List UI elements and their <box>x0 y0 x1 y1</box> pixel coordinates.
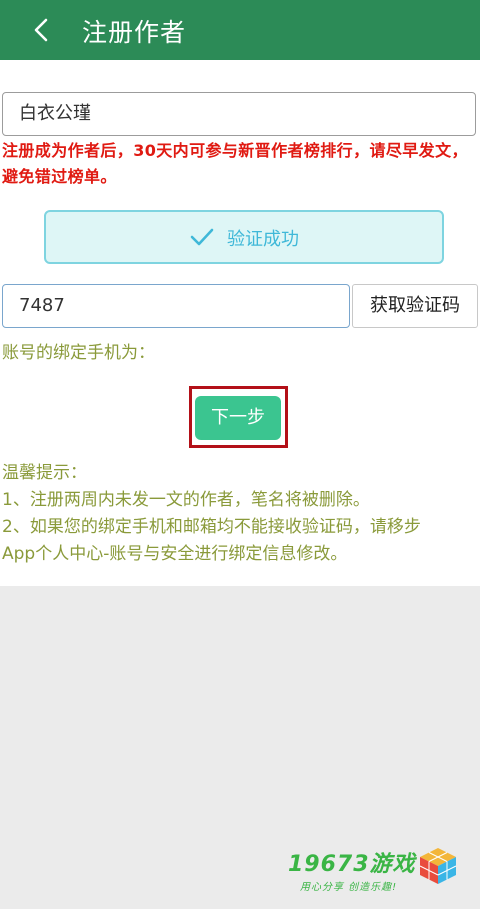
tips-title: 温馨提示： <box>2 463 87 483</box>
page-title: 注册作者 <box>82 18 187 47</box>
tips-item: App个人中心-账号与安全进行绑定信息修改。 <box>2 544 348 564</box>
watermark-logo: 19673游戏 用心分享 创造乐趣! <box>288 846 468 896</box>
register-notice: 注册成为作者后，30天内可参与新晋作者榜排行，请尽早发文，避免错过榜单。 <box>2 141 468 186</box>
tips-item: 2、如果您的绑定手机和邮箱均不能接收验证码，请移步 <box>2 517 421 537</box>
next-button[interactable]: 下一步 <box>195 396 281 440</box>
app-header: 注册作者 <box>0 0 480 60</box>
chevron-left-icon[interactable] <box>30 16 54 44</box>
verification-code-input[interactable]: 7487 <box>2 284 350 328</box>
bound-phone-label: 账号的绑定手机为： <box>2 343 155 363</box>
verify-status-box: 验证成功 <box>44 210 444 264</box>
watermark-brand: 19673游戏 <box>288 852 416 877</box>
tips-section: 温馨提示： 1、注册两周内未发一文的作者，笔名将被删除。 2、如果您的绑定手机和… <box>2 460 478 568</box>
pen-name-input[interactable]: 白衣公瑾 <box>2 92 476 136</box>
verify-status-label: 验证成功 <box>227 229 299 250</box>
cube-logo-icon <box>419 848 457 884</box>
watermark-slogan: 用心分享 创造乐趣! <box>300 882 398 893</box>
checkmark-icon <box>190 228 214 246</box>
register-form: 白衣公瑾 注册成为作者后，30天内可参与新晋作者榜排行，请尽早发文，避免错过榜单… <box>0 60 480 586</box>
get-code-button[interactable]: 获取验证码 <box>352 284 478 328</box>
tips-item: 1、注册两周内未发一文的作者，笔名将被删除。 <box>2 490 370 510</box>
